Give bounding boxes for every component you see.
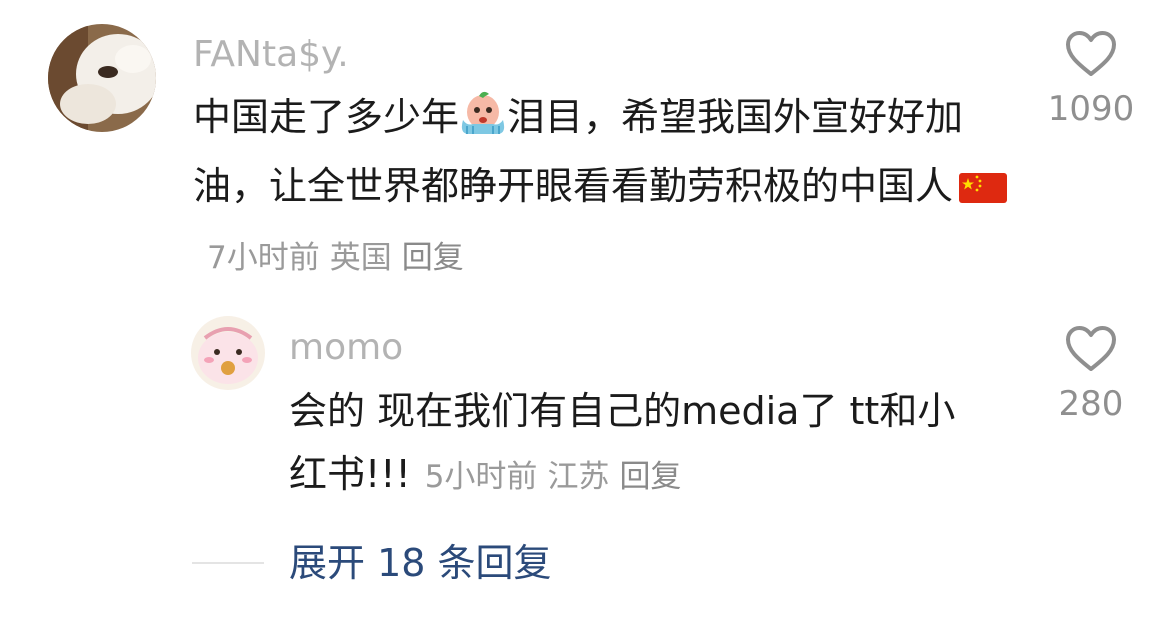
reply-text: 会的 现在我们有自己的media了 tt和小红书!!! 5小时前 江苏 回复 bbox=[289, 380, 989, 509]
heart-icon[interactable] bbox=[1065, 30, 1117, 78]
comment-like-count: 1090 bbox=[1047, 89, 1135, 129]
reply-location: 江苏 bbox=[547, 459, 610, 495]
reply-time: 5小时前 bbox=[424, 459, 538, 495]
china-flag-icon bbox=[959, 161, 1008, 224]
heart-icon[interactable] bbox=[1065, 325, 1117, 373]
comment-meta: 7小时前 英国 回复 bbox=[207, 240, 474, 276]
reply-avatar[interactable] bbox=[191, 316, 265, 390]
crying-face-sticker-icon bbox=[459, 90, 507, 155]
reply-like-count: 280 bbox=[1058, 384, 1124, 424]
reply-meta: 5小时前 江苏 回复 bbox=[425, 459, 692, 495]
comment-text: 中国走了多少年 泪目，希望我国外宣好好加油，让全世界都睁开眼看看勤劳积极的中国人… bbox=[193, 86, 1013, 290]
comment-reply-button[interactable]: 回复 bbox=[402, 240, 464, 276]
comment-text-part-1: 中国走了多少年 bbox=[193, 95, 460, 139]
expand-divider bbox=[192, 562, 264, 564]
commenter-username[interactable]: FANta$y. bbox=[193, 37, 349, 73]
commenter-avatar[interactable] bbox=[48, 24, 156, 132]
comment-like[interactable]: 1090 bbox=[1031, 30, 1151, 126]
reply-like[interactable]: 280 bbox=[1031, 325, 1151, 421]
reply-reply-button[interactable]: 回复 bbox=[619, 459, 681, 495]
reply-username[interactable]: momo bbox=[289, 330, 403, 366]
comment-time: 7小时前 bbox=[207, 240, 320, 276]
expand-replies-link[interactable]: 展开 18 条回复 bbox=[289, 544, 552, 582]
comment-location: 英国 bbox=[329, 240, 392, 276]
